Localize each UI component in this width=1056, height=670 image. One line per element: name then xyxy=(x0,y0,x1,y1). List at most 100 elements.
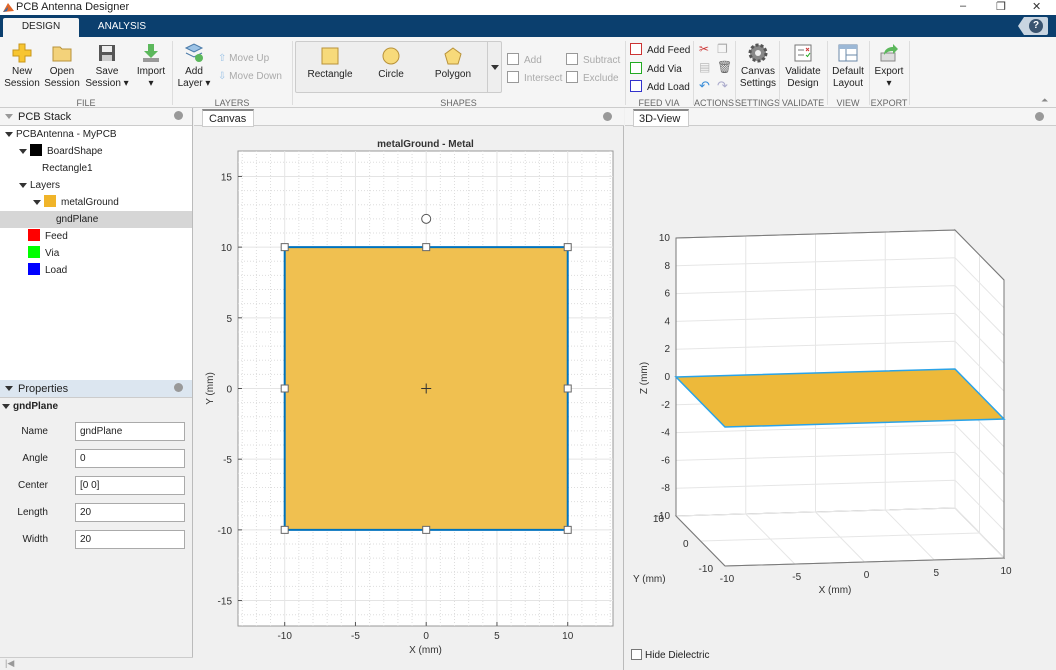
load-icon xyxy=(630,80,642,92)
tree-item-rectangle1[interactable]: Rectangle1 xyxy=(0,160,192,177)
property-input-width[interactable]: 20 xyxy=(75,530,185,549)
resize-handle[interactable] xyxy=(280,243,289,252)
add-via-button[interactable]: Add Via xyxy=(630,62,682,75)
tab-design[interactable]: DESIGN xyxy=(3,18,79,37)
default-layout-label: Default Layout xyxy=(832,66,864,89)
object-name: gndPlane xyxy=(13,401,59,412)
canvas-plot[interactable]: -10 -5 0 5 10 -15 -10 -5 0 5 10 15 metalGround - Met… xyxy=(194,126,624,670)
new-session-button[interactable]: New Session xyxy=(4,43,40,90)
rotate-handle[interactable] xyxy=(421,213,432,224)
collapse-icon: ⏶ xyxy=(1041,95,1049,105)
expand-icon[interactable] xyxy=(5,132,13,137)
add-load-button[interactable]: Add Load xyxy=(630,80,690,93)
copy-icon: ❐ xyxy=(717,42,728,56)
add-feed-label: Add Feed xyxy=(647,45,691,56)
close-button[interactable]: ✕ xyxy=(1032,0,1041,13)
property-label: Angle xyxy=(22,453,48,464)
separator xyxy=(827,41,828,105)
save-session-button[interactable]: Save Session ▾ xyxy=(84,43,130,90)
expand-icon[interactable] xyxy=(33,200,41,205)
separator xyxy=(869,41,870,105)
tree-item-load[interactable]: Load xyxy=(0,262,192,279)
resize-handle[interactable] xyxy=(563,243,572,252)
property-input-length[interactable]: 20 xyxy=(75,503,185,522)
polygon-button[interactable]: Polygon xyxy=(426,46,480,81)
export-button[interactable]: Export ▾ xyxy=(871,43,907,90)
rectangle-icon xyxy=(321,47,339,65)
resize-handle[interactable] xyxy=(422,243,431,252)
add-layer-button[interactable]: Add Layer ▾ xyxy=(176,43,212,90)
tab-canvas[interactable]: Canvas xyxy=(202,109,254,127)
hide-dielectric-checkbox[interactable]: Hide Dielectric xyxy=(631,649,709,661)
group-label-settings: SETTINGS xyxy=(735,98,781,108)
validate-design-button[interactable]: Validate Design xyxy=(782,43,824,90)
tree-item-boardshape[interactable]: BoardShape xyxy=(0,143,192,160)
restore-button[interactable]: ❐ xyxy=(996,0,1006,13)
property-input-angle[interactable]: 0 xyxy=(75,449,185,468)
resize-handle[interactable] xyxy=(280,384,289,393)
resize-handle[interactable] xyxy=(422,525,431,534)
intersect-button[interactable]: Intersect xyxy=(507,71,562,84)
copy-button[interactable]: ❐ xyxy=(717,42,728,56)
tree-item-metalground[interactable]: metalGround xyxy=(0,194,192,211)
tree-item-feed[interactable]: Feed xyxy=(0,228,192,245)
rectangle-button[interactable]: Rectangle xyxy=(300,46,360,81)
color-swatch xyxy=(44,195,56,207)
redo-button[interactable]: ↷ xyxy=(717,78,728,94)
resize-handle[interactable] xyxy=(563,525,572,534)
expand-icon[interactable] xyxy=(19,183,27,188)
minimize-button[interactable]: – xyxy=(960,0,966,12)
collapse-icon[interactable] xyxy=(5,114,13,119)
tab-3d-view[interactable]: 3D-View xyxy=(633,109,689,127)
property-input-center[interactable]: [0 0] xyxy=(75,476,185,495)
property-row: Width 20 xyxy=(0,530,192,550)
tree-item-root[interactable]: PCBAntenna - MyPCB xyxy=(0,126,192,143)
canvas-settings-button[interactable]: Canvas Settings xyxy=(737,43,779,90)
undo-button[interactable]: ↶ xyxy=(699,78,710,94)
move-down-label: Move Down xyxy=(229,71,282,82)
checkbox-icon[interactable] xyxy=(631,649,642,660)
tab-analysis[interactable]: ANALYSIS xyxy=(84,18,160,37)
default-layout-button[interactable]: Default Layout xyxy=(829,43,867,90)
panel-options-icon[interactable] xyxy=(603,112,612,121)
exclude-button[interactable]: Exclude xyxy=(566,71,619,84)
ground-plane xyxy=(674,368,1006,428)
cut-button[interactable]: ✂ xyxy=(699,42,709,56)
panel-options-icon[interactable] xyxy=(1035,112,1044,121)
add-boolean-icon xyxy=(507,53,519,65)
import-button[interactable]: Import ▾ xyxy=(134,43,168,90)
x-tick-label: 10 xyxy=(562,631,574,642)
gallery-expand-button[interactable] xyxy=(487,41,502,93)
add-shape-button[interactable]: Add xyxy=(507,53,542,66)
tree-item-layers[interactable]: Layers xyxy=(0,177,192,194)
resize-handle[interactable] xyxy=(280,525,289,534)
expand-icon[interactable] xyxy=(2,404,10,409)
color-swatch xyxy=(28,263,40,275)
move-up-button[interactable]: ⇧ Move Up xyxy=(218,53,269,64)
tree-label: metalGround xyxy=(61,197,119,208)
property-input-name[interactable]: gndPlane xyxy=(75,422,185,441)
add-feed-button[interactable]: Add Feed xyxy=(630,43,690,56)
paste-button[interactable]: ▤ xyxy=(699,60,710,74)
scroll-start-icon[interactable]: |◀ xyxy=(5,658,14,668)
3d-plot[interactable]: -10-8-6-4-20246810-10 -5 0 5 10-10010X (mm)Y… xyxy=(625,126,1056,636)
panel-options-icon[interactable] xyxy=(174,111,183,120)
collapse-icon[interactable] xyxy=(5,386,13,391)
resize-handle[interactable] xyxy=(563,384,572,393)
subtract-button[interactable]: Subtract xyxy=(566,53,620,66)
circle-button[interactable]: Circle xyxy=(365,46,417,81)
move-down-button[interactable]: ⇩ Move Down xyxy=(218,71,282,82)
status-bar: |◀ xyxy=(0,657,193,670)
delete-button[interactable]: 🗑 xyxy=(717,60,732,74)
group-label-export: EXPORT xyxy=(870,98,908,108)
tree-item-gndplane[interactable]: gndPlane xyxy=(0,211,192,228)
z-tick-label: 10 xyxy=(659,233,671,244)
tree-label: Via xyxy=(45,248,60,259)
open-session-button[interactable]: Open Session xyxy=(44,43,80,90)
collapse-ribbon-button[interactable]: ⏶ xyxy=(1041,95,1048,106)
x-tick-label: 0 xyxy=(864,570,870,581)
tree-item-via[interactable]: Via xyxy=(0,245,192,262)
expand-icon[interactable] xyxy=(19,149,27,154)
panel-options-icon[interactable] xyxy=(174,383,183,392)
help-button[interactable]: ? xyxy=(1018,17,1048,35)
